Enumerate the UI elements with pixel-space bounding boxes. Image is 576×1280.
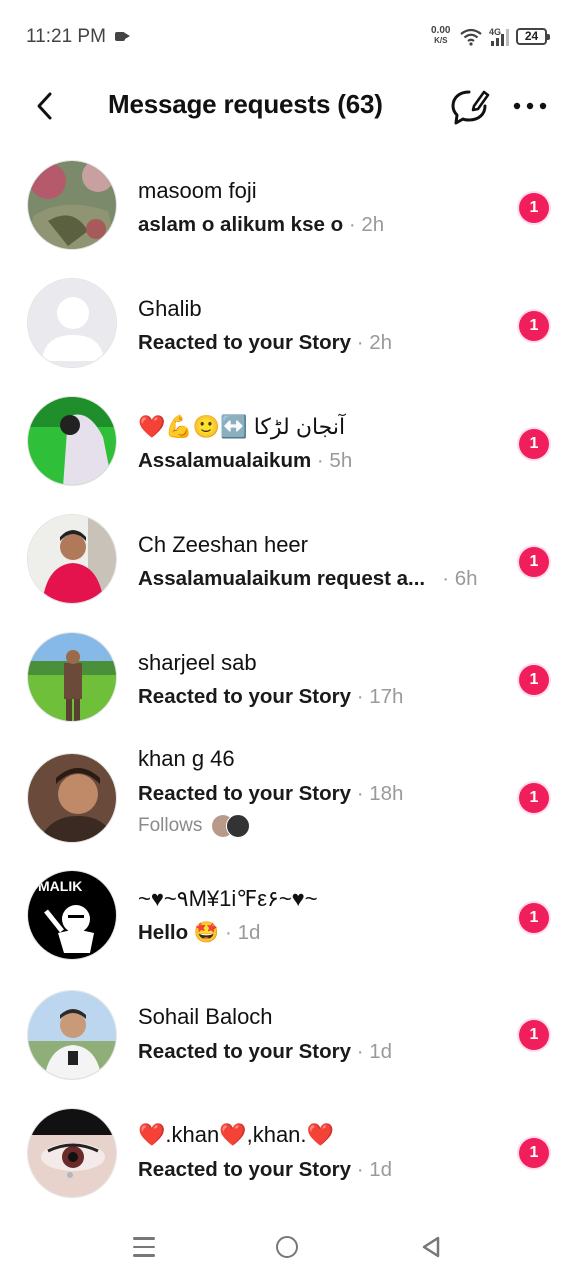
- unread-badge: 1: [519, 311, 549, 341]
- chevron-left-icon[interactable]: [30, 90, 62, 122]
- message-preview: Assalamualaikum: [138, 449, 312, 472]
- sender-name: Ghalib: [138, 296, 202, 321]
- avatar[interactable]: [27, 753, 117, 843]
- message-preview-line: Hello 🤩 · 1d: [138, 921, 260, 945]
- sender-name: sharjeel sab: [138, 650, 257, 675]
- message-time: · 5h: [316, 449, 353, 472]
- network-speed-value: 0.00: [431, 25, 451, 36]
- message-time: · 17h: [356, 685, 404, 708]
- sender-name: ~♥~٩M¥1i℉ε۶~♥~: [138, 886, 318, 911]
- mutual-avatar: [225, 814, 250, 838]
- avatar[interactable]: [27, 632, 117, 722]
- list-item[interactable]: sharjeel sab Reacted to your Story · 17h…: [0, 612, 576, 730]
- svg-text:4G: 4G: [489, 27, 501, 37]
- sender-name: Ch Zeeshan heer: [138, 532, 308, 557]
- avatar[interactable]: [27, 160, 117, 250]
- unread-badge: 1: [519, 783, 549, 813]
- sender-name: ❤️.khan❤️,khan.❤️: [138, 1122, 334, 1147]
- page-title: Message requests (63): [108, 89, 383, 119]
- message-preview-line: Reacted to your Story · 18h: [138, 782, 403, 806]
- message-preview-line: aslam o alikum kse o · 2h: [138, 213, 384, 237]
- cell-signal-icon: 4G: [489, 27, 509, 46]
- message-preview-line: Assalamualaikum request a... · 6h: [138, 567, 478, 591]
- message-preview-line: Reacted to your Story · 1d: [138, 1040, 392, 1064]
- status-time: 11:21 PM: [26, 26, 106, 47]
- list-item[interactable]: khan g 46 Reacted to your Story · 18h Fo…: [0, 730, 576, 848]
- list-item[interactable]: masoom foji aslam o alikum kse o · 2h 1: [0, 140, 576, 258]
- message-preview-line: Reacted to your Story · 1d: [138, 1158, 392, 1182]
- message-compose-icon[interactable]: [448, 86, 490, 128]
- home-icon[interactable]: [276, 1236, 298, 1258]
- battery-level: 24: [524, 29, 539, 43]
- message-preview: Reacted to your Story: [138, 1040, 352, 1063]
- message-preview-line: Assalamualaikum · 5h: [138, 449, 352, 473]
- list-item[interactable]: ❤️💪🙂↔️ آنجان لڑکا Assalamualaikum · 5h 1: [0, 376, 576, 494]
- svg-text:MALIK: MALIK: [38, 878, 82, 894]
- message-time: · 1d: [356, 1040, 393, 1063]
- back-triangle-icon[interactable]: [420, 1235, 442, 1259]
- message-preview: Reacted to your Story: [138, 685, 352, 708]
- more-horizontal-icon[interactable]: [512, 94, 548, 118]
- list-item[interactable]: MALIK ~♥~٩M¥1i℉ε۶~♥~ Hello 🤩 · 1d 1: [0, 848, 576, 966]
- list-item[interactable]: Ghalib Reacted to your Story · 2h 1: [0, 258, 576, 376]
- message-preview: Assalamualaikum request a...: [138, 567, 426, 590]
- unread-badge: 1: [519, 903, 549, 933]
- message-preview-line: Reacted to your Story · 2h: [138, 331, 392, 355]
- system-navigation-bar: [0, 1205, 576, 1280]
- message-time: · 6h: [442, 567, 478, 590]
- list-item[interactable]: Sohail Baloch Reacted to your Story · 1d…: [0, 970, 576, 1088]
- message-time: · 1d: [225, 921, 261, 944]
- status-bar: 11:21 PM 0.00 K/S 4G 24: [0, 0, 576, 76]
- sender-name: ❤️💪🙂↔️ آنجان لڑکا: [138, 414, 346, 439]
- unread-badge: 1: [519, 193, 549, 223]
- camera-recording-icon: [115, 32, 130, 41]
- message-preview: Reacted to your Story: [138, 782, 352, 805]
- avatar[interactable]: [27, 1108, 117, 1198]
- sender-name: khan g 46: [138, 746, 235, 771]
- network-speed: 0.00 K/S: [431, 26, 450, 46]
- app-header: Message requests (63): [0, 76, 576, 140]
- mutual-follows: Follows: [138, 814, 250, 838]
- battery-icon: 24: [516, 28, 550, 45]
- avatar[interactable]: MALIK: [27, 870, 117, 960]
- menu-icon[interactable]: [133, 1237, 155, 1257]
- message-preview: Hello 🤩: [138, 921, 220, 944]
- unread-badge: 1: [519, 1138, 549, 1168]
- list-item[interactable]: ❤️.khan❤️,khan.❤️ Reacted to your Story …: [0, 1088, 576, 1206]
- unread-badge: 1: [519, 547, 549, 577]
- message-preview: Reacted to your Story: [138, 331, 352, 354]
- unread-badge: 1: [519, 665, 549, 695]
- sender-name: Sohail Baloch: [138, 1004, 273, 1029]
- sender-name: masoom foji: [138, 178, 257, 203]
- avatar[interactable]: [27, 278, 117, 368]
- avatar[interactable]: [27, 514, 117, 604]
- follows-label: Follows: [138, 815, 203, 837]
- wifi-icon: [460, 28, 482, 46]
- message-preview-line: Reacted to your Story · 17h: [138, 685, 403, 709]
- avatar[interactable]: [27, 990, 117, 1080]
- message-preview: aslam o alikum kse o: [138, 213, 344, 236]
- message-time: · 18h: [356, 782, 404, 805]
- unread-badge: 1: [519, 429, 549, 459]
- message-time: · 1d: [356, 1158, 393, 1181]
- unread-badge: 1: [519, 1020, 549, 1050]
- message-preview: Reacted to your Story: [138, 1158, 352, 1181]
- list-item[interactable]: Ch Zeeshan heer Assalamualaikum request …: [0, 494, 576, 612]
- message-time: · 2h: [348, 213, 385, 236]
- message-time: · 2h: [356, 331, 393, 354]
- avatar[interactable]: [27, 396, 117, 486]
- network-speed-unit: K/S: [434, 36, 448, 45]
